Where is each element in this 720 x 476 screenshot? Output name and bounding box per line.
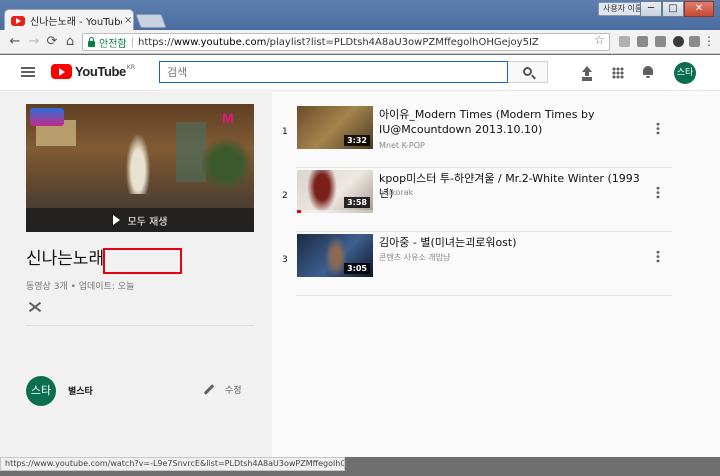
account-avatar[interactable]: 스타: [674, 62, 696, 84]
playlist-hero-thumbnail[interactable]: M 모두 재생: [26, 104, 254, 232]
duration-badge: 3:05: [344, 263, 370, 274]
video-index: 1: [282, 127, 288, 137]
thumbnail-figure: [307, 170, 337, 213]
maximize-button[interactable]: □: [662, 1, 684, 17]
watch-progress: [297, 210, 373, 213]
shuffle-icon[interactable]: [28, 301, 42, 313]
bell-icon[interactable]: [642, 65, 654, 78]
video-thumbnail[interactable]: 3:58: [297, 170, 373, 213]
play-icon: [112, 215, 120, 225]
tab-close-icon[interactable]: ×: [124, 15, 132, 26]
hero-scene-singer: [126, 134, 150, 194]
edit-button[interactable]: 수정: [203, 383, 242, 396]
window-titlebar: 신나는노래 - YouTube × 사용자 이름 1 ─ □ ✕: [0, 0, 720, 31]
close-window-button[interactable]: ✕: [684, 1, 714, 17]
owner-name[interactable]: 별스타: [68, 384, 93, 397]
url-scheme: https://: [137, 36, 174, 48]
video-list: 1 3:32 아이유_Modern Times (Modern Times by…: [272, 92, 720, 457]
channel-name[interactable]: Mnet K-POP: [379, 141, 425, 150]
extension-icon[interactable]: [619, 36, 630, 47]
url-path: /playlist?list=PLDtsh4A8aU3owPZMffegolhO…: [266, 36, 539, 48]
address-separator: |: [130, 36, 134, 48]
list-item[interactable]: 1 3:32 아이유_Modern Times (Modern Times by…: [272, 104, 720, 168]
channel-name[interactable]: 콘텐츠 사유소 개밥냥: [379, 252, 450, 263]
play-all-button[interactable]: 모두 재생: [26, 208, 254, 232]
upload-icon[interactable]: [580, 66, 594, 80]
reload-button[interactable]: ⟳: [43, 33, 61, 51]
edit-label: 수정: [225, 386, 242, 396]
bookmark-star-icon[interactable]: ☆: [594, 33, 605, 47]
playlist-title: 신나는노래: [26, 249, 105, 269]
highlight-box: [103, 248, 182, 274]
more-icon[interactable]: [656, 250, 660, 263]
watch-progress-fill: [297, 210, 301, 213]
browser-menu-icon[interactable]: ⋮: [703, 34, 715, 48]
mnet-logo: M: [222, 110, 234, 126]
secure-label: 안전함: [99, 38, 127, 50]
lock-icon: [88, 36, 95, 47]
list-item[interactable]: 2 3:58 kpop미스터 투-하얀겨울 / Mr.2-White Winte…: [272, 168, 720, 232]
more-icon[interactable]: [656, 186, 660, 199]
hamburger-icon[interactable]: [21, 67, 35, 77]
video-thumbnail[interactable]: 3:32: [297, 106, 373, 149]
search-icon: [523, 67, 532, 76]
youtube-play-logo-icon: [51, 64, 72, 79]
channel-name[interactable]: balkorak: [379, 188, 413, 197]
tab-title: 신나는노래 - YouTube: [30, 17, 122, 28]
browser-tab[interactable]: 신나는노래 - YouTube ×: [4, 9, 134, 31]
row-divider: [296, 295, 672, 296]
minimize-button[interactable]: ─: [640, 1, 662, 17]
hero-show-badge: [30, 108, 64, 126]
logo-text: YouTube: [75, 64, 126, 79]
home-button[interactable]: ⌂: [61, 33, 79, 51]
pencil-icon: [203, 384, 215, 395]
browser-toolbar: ← → ⟳ ⌂ 안전함 | https://www.youtube.com/pl…: [0, 30, 720, 54]
youtube-favicon-icon: [11, 15, 25, 26]
video-title[interactable]: kpop미스터 투-하얀겨울 / Mr.2-White Winter (1993…: [379, 171, 649, 201]
back-button[interactable]: ←: [6, 33, 24, 51]
extension-icon[interactable]: [673, 36, 684, 47]
list-item[interactable]: 3 3:05 김아중 - 별(미녀는괴로워ost) 콘텐츠 사유소 개밥냥: [272, 232, 720, 296]
url-text: https://www.youtube.com/playlist?list=PL…: [138, 37, 539, 48]
video-title[interactable]: 아이유_Modern Times (Modern Times by IU@Mco…: [379, 107, 649, 137]
play-all-label: 모두 재생: [127, 216, 168, 228]
duration-badge: 3:58: [344, 197, 370, 208]
extension-icon[interactable]: [655, 36, 666, 47]
forward-button[interactable]: →: [25, 33, 43, 51]
apps-icon[interactable]: [612, 67, 624, 79]
address-bar[interactable]: 안전함 | https://www.youtube.com/playlist?l…: [82, 33, 610, 51]
extension-icon[interactable]: [637, 36, 648, 47]
video-index: 3: [282, 255, 288, 265]
playlist-sidebar: M 모두 재생 신나는노래 동영상 3개 • 업데이트: 오늘 스타 별스타 수…: [0, 92, 272, 457]
playlist-stats: 동영상 3개 • 업데이트: 오늘: [26, 282, 135, 292]
logo-region: KR: [126, 64, 135, 71]
video-thumbnail[interactable]: 3:05: [297, 234, 373, 277]
owner-avatar[interactable]: 스타: [26, 376, 56, 406]
youtube-page: YouTube KR 스타 M 모두 재생 신나는노래 동영상 3개 • 업데이…: [0, 55, 720, 457]
youtube-logo[interactable]: YouTube KR: [51, 64, 135, 79]
extension-icon[interactable]: [689, 36, 700, 47]
search-input[interactable]: [159, 61, 508, 83]
video-index: 2: [282, 191, 288, 201]
search-button[interactable]: [508, 61, 548, 83]
masthead: YouTube KR 스타: [0, 55, 720, 91]
duration-badge: 3:32: [344, 135, 370, 146]
video-title[interactable]: 김아중 - 별(미녀는괴로워ost): [379, 235, 649, 250]
hero-scene-tree: [202, 134, 250, 194]
sidebar-divider: [26, 325, 254, 326]
status-bar-url: https://www.youtube.com/watch?v=-L9e7Snv…: [0, 457, 345, 471]
more-icon[interactable]: [656, 122, 660, 135]
url-host: www.youtube.com: [173, 36, 267, 48]
new-tab-button[interactable]: [135, 14, 167, 28]
